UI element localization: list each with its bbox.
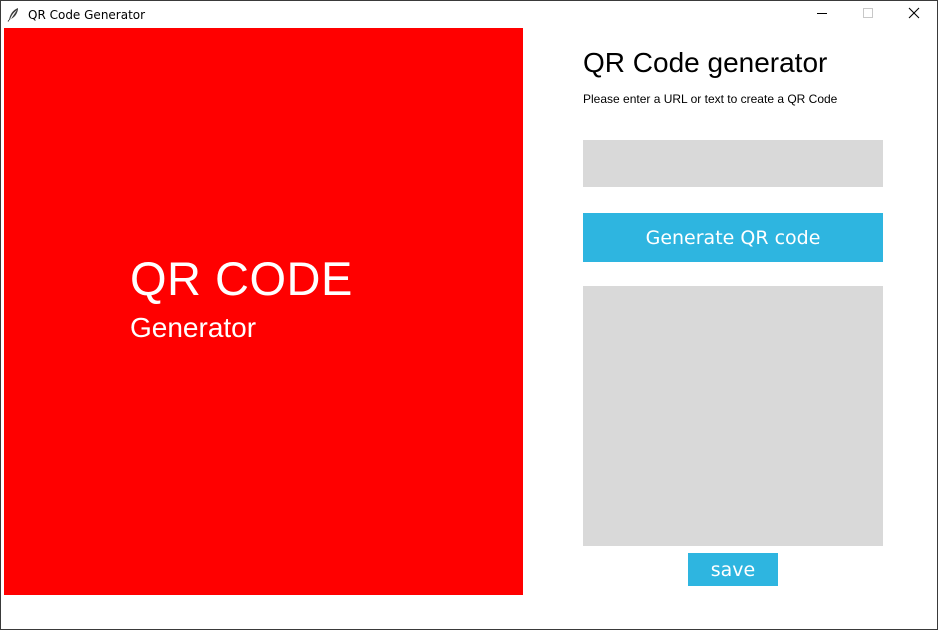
app-window: QR Code Generator QR CODE Generator QR C… xyxy=(0,0,938,630)
minimize-button[interactable] xyxy=(799,1,845,28)
maximize-button[interactable] xyxy=(845,1,891,28)
brand-subtitle: Generator xyxy=(130,312,257,343)
brand-title: QR CODE xyxy=(130,252,353,305)
feather-icon xyxy=(7,7,21,22)
window-title: QR Code Generator xyxy=(28,8,146,22)
close-icon xyxy=(908,6,920,24)
generate-qr-button[interactable]: Generate QR code xyxy=(583,213,883,262)
brand-panel: QR CODE Generator xyxy=(4,28,523,595)
close-button[interactable] xyxy=(891,1,937,28)
maximize-icon xyxy=(862,6,874,24)
instructions-text: Please enter a URL or text to create a Q… xyxy=(583,92,838,106)
url-input[interactable] xyxy=(583,140,883,187)
page-title: QR Code generator xyxy=(583,47,828,78)
save-button[interactable]: save xyxy=(688,553,778,586)
qr-code-display xyxy=(583,286,883,546)
minimize-icon xyxy=(816,6,828,24)
title-bar[interactable]: QR Code Generator xyxy=(1,1,937,28)
